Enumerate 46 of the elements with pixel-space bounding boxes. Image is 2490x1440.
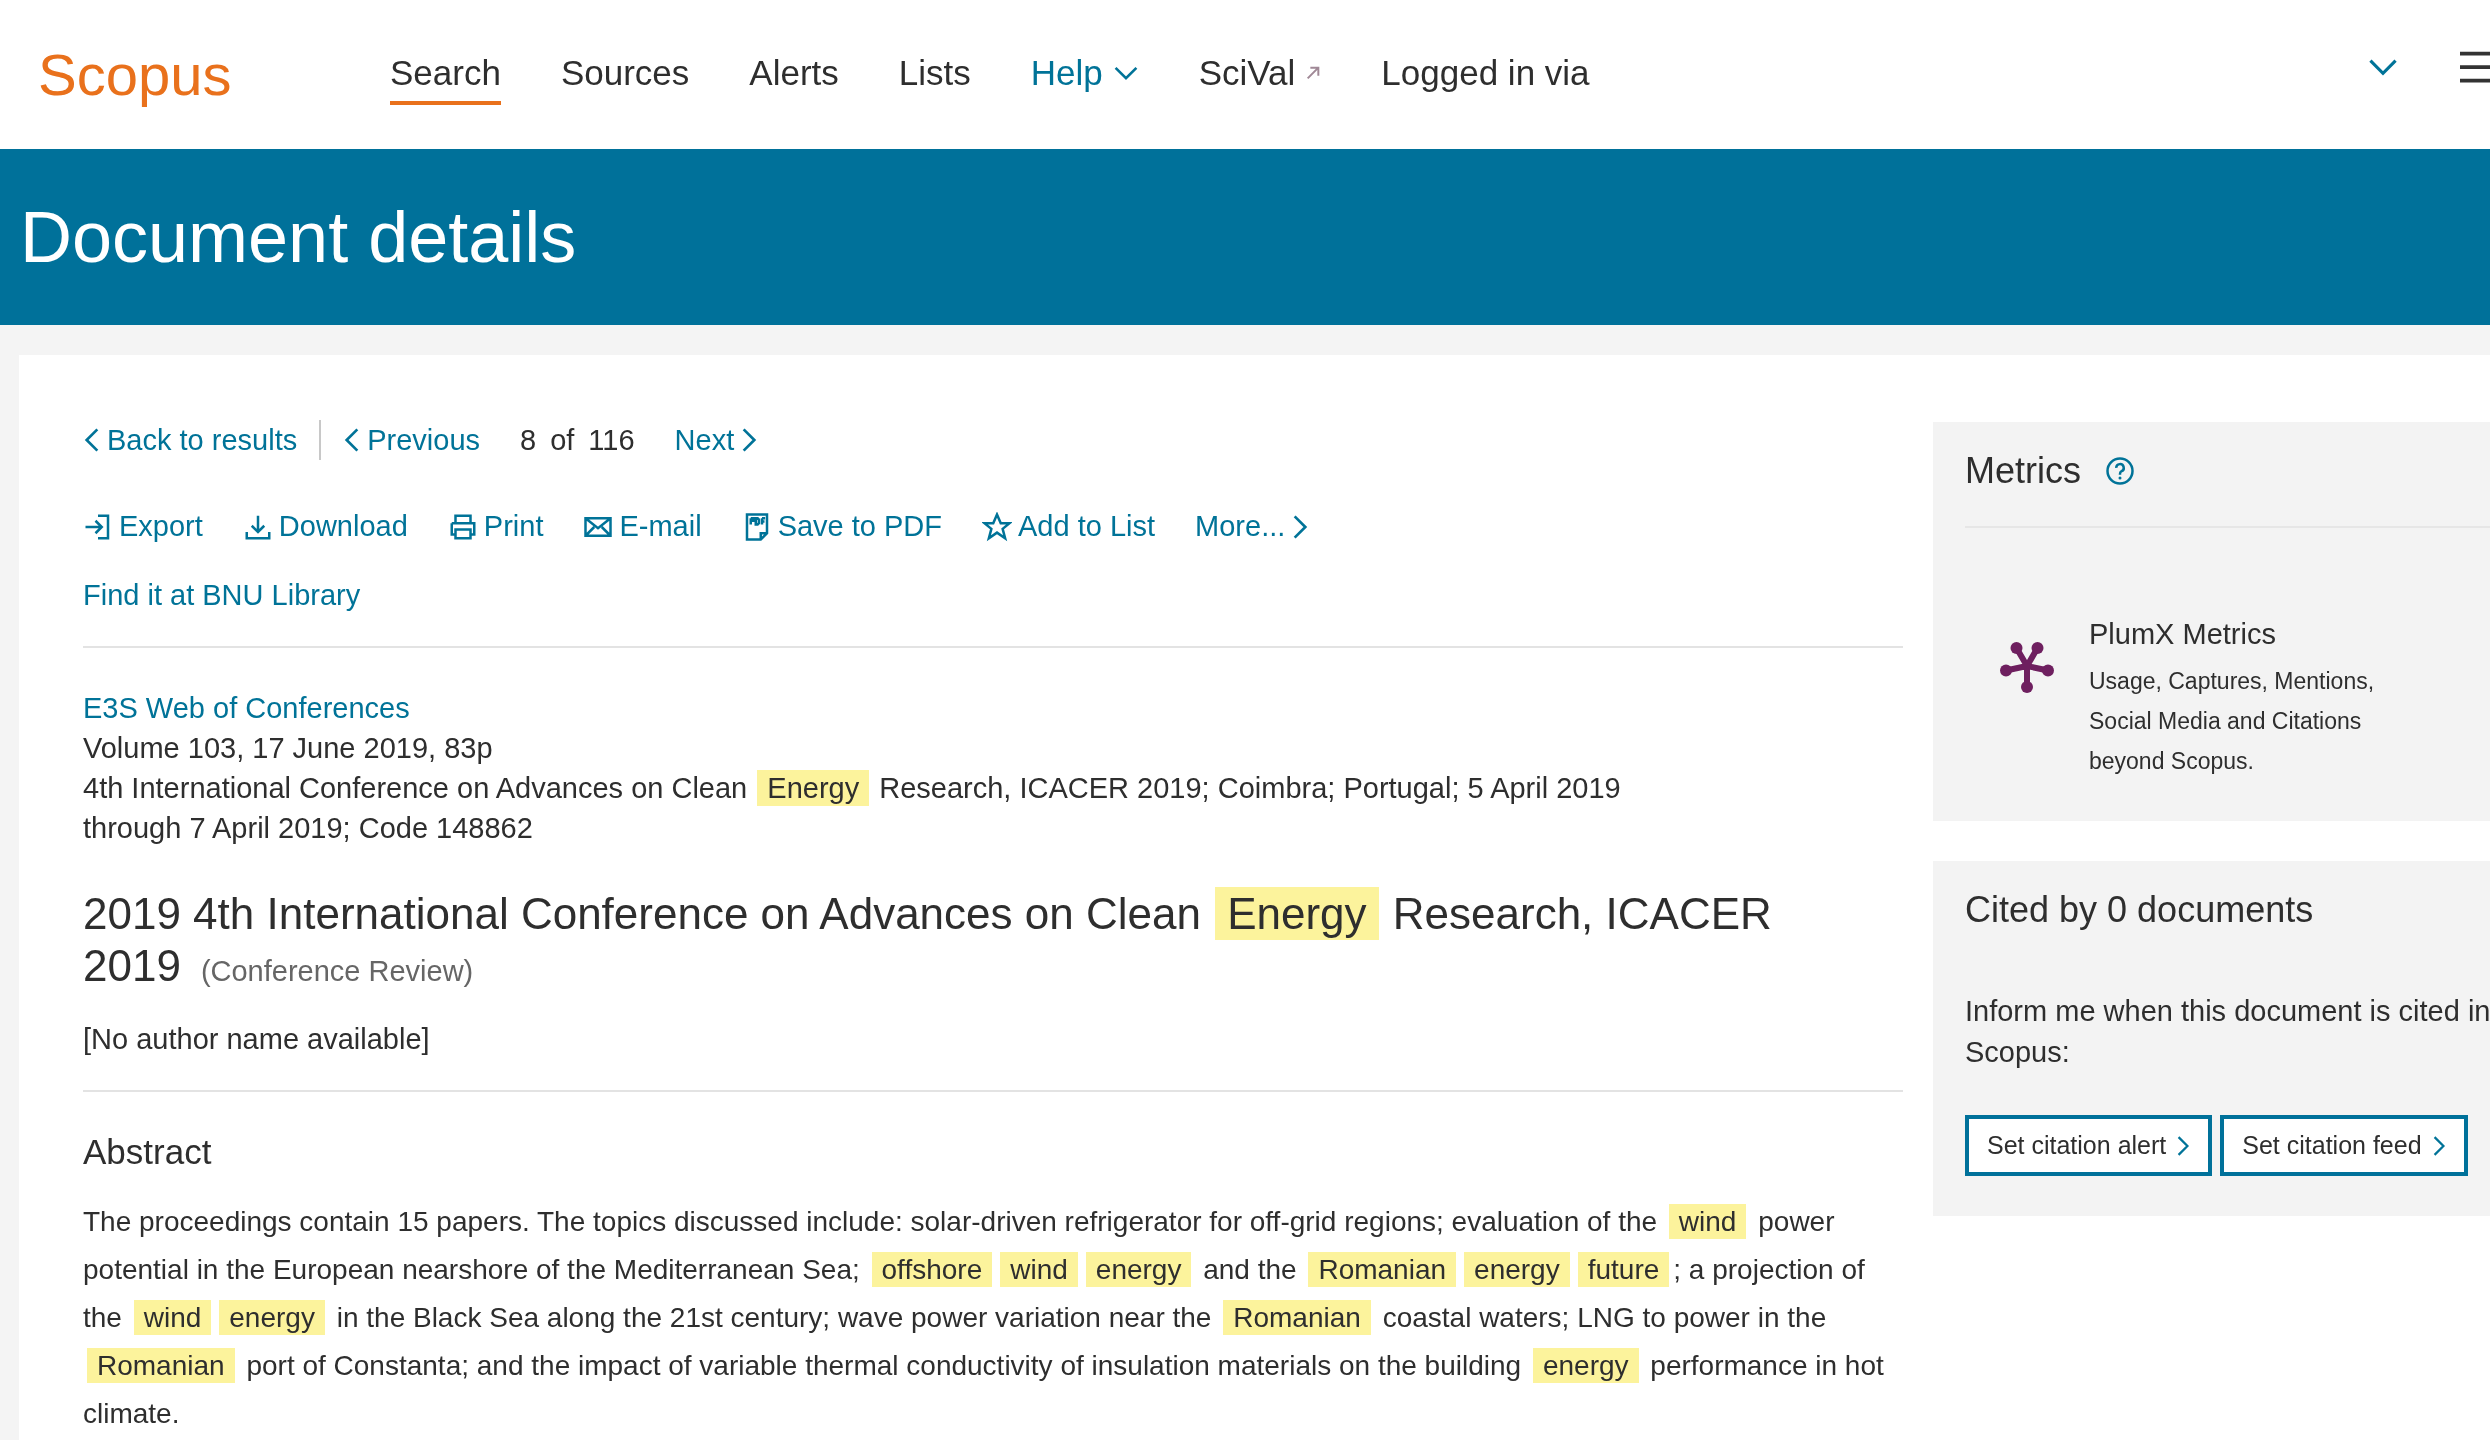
abstract-text: The proceedings contain 15 papers. The topics discussed include: solar-driven refrigerator for off-grid regions; evaluation of the wind power potential in the European nearshore of the Mediterranean Sea; offshore wind energy and the Romanian energy future ; a projection of the wind energy in the Black Sea along the 21st century; wave power variation near the Romanian coastal waters; LNG to power in the Romanian port of Constanta; and the impact of variable thermal conductivity of insulation materials on the building energy performance in hot climate. [83, 1203, 1885, 1431]
star-icon [982, 511, 1013, 542]
action-link[interactable]: More... [1195, 510, 1310, 543]
scopus-logo[interactable]: Scopus [38, 41, 390, 108]
action-link[interactable]: Add to List [982, 510, 1156, 543]
nav-link[interactable]: Logged in via [1381, 44, 1590, 105]
library-link[interactable]: Find it at BNU Library [83, 579, 361, 612]
nav-link[interactable]: Help [1030, 44, 1139, 105]
chevron-right-icon [2431, 1135, 2446, 1156]
nav-link[interactable]: Lists [898, 44, 971, 105]
menu-icon[interactable] [2460, 50, 2490, 84]
previous-link[interactable]: Previous [343, 423, 480, 457]
action-link[interactable]: Export [83, 510, 203, 543]
of-label: of [550, 423, 575, 457]
chevron-left-icon [83, 428, 101, 452]
plumx-description: Usage, Captures, Mentions, Social Media and Citations beyond Scopus. [2089, 667, 2376, 776]
action-link[interactable]: Download [242, 510, 408, 543]
authors-text: [No author name available] [83, 1023, 431, 1056]
nav-link[interactable]: SciVal [1198, 44, 1322, 105]
page-title: Document details [20, 196, 577, 278]
action-link[interactable]: Print [447, 510, 544, 543]
chevron-right-icon [1291, 514, 1310, 539]
citation-button[interactable]: Set citation alert [1965, 1115, 2213, 1176]
chevron-right-icon [2176, 1135, 2191, 1156]
result-position: 8 [520, 423, 537, 457]
nav-link[interactable]: Alerts [749, 44, 839, 105]
conference-info: 4th International Conference on Advances on Clean Energy Research, ICACER 2019; Coimbra; Portugal; 5 April 2019 through 7 April 2019; Code 148862 [83, 769, 1622, 846]
nav-link[interactable]: Sources [560, 44, 690, 105]
external-link-icon [1305, 64, 1322, 81]
journal-link[interactable]: E3S Web of Conferences [83, 688, 410, 728]
action-link[interactable]: E-mail [583, 510, 702, 543]
document-title: 2019 4th International Conference on Advances on Clean Energy Research, ICACER 2019 (Conference Review) [83, 888, 1773, 992]
help-icon[interactable] [2105, 456, 2135, 486]
citation-button[interactable]: Set citation feed [2220, 1115, 2468, 1176]
volume-info: Volume 103, 17 June 2019, 83p [83, 731, 494, 766]
citation-info-text: Inform me when this document is cited in Scopus: [1965, 994, 2490, 1070]
abstract-heading: Abstract [83, 1132, 213, 1172]
nav-link[interactable]: Search [390, 44, 501, 105]
back-link[interactable]: Back to results [83, 423, 298, 457]
cited-by-heading: Cited by 0 documents [1965, 889, 2314, 931]
plumx-title[interactable]: PlumX Metrics [2089, 618, 2429, 651]
action-link[interactable]: Save to PDF [741, 510, 943, 543]
metrics-heading: Metrics [1965, 450, 2081, 492]
chevron-right-icon [740, 428, 759, 452]
next-link[interactable]: Next [674, 423, 759, 457]
result-total: 116 [588, 423, 635, 457]
